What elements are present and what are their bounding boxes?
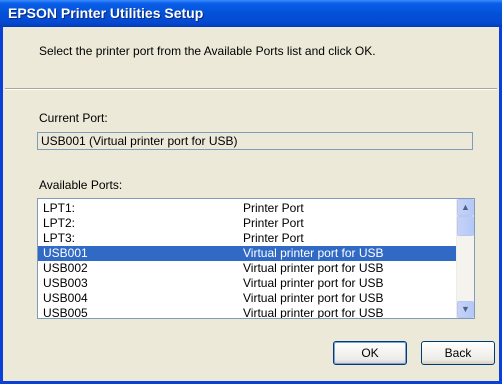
title-bar[interactable]: EPSON Printer Utilities Setup — [0, 0, 502, 27]
current-port-field: USB001 (Virtual printer port for USB) — [37, 132, 473, 150]
port-description: Printer Port — [243, 231, 304, 245]
port-name: LPT1: — [43, 201, 76, 215]
port-list-item[interactable]: LPT3: Printer Port — [38, 231, 458, 246]
port-list-item[interactable]: USB002 Virtual printer port for USB — [38, 261, 458, 276]
available-ports-list[interactable]: LPT1: Printer Port LPT2: Printer Port LPT3: P… — [37, 198, 475, 319]
port-description: Virtual printer port for USB — [243, 291, 384, 305]
port-name: USB001 — [43, 246, 88, 260]
current-port-label: Current Port: — [39, 111, 108, 125]
port-description: Virtual printer port for USB — [243, 261, 384, 275]
scroll-down-arrow-icon[interactable]: ▼ — [457, 301, 474, 318]
port-name: USB005 — [43, 306, 88, 319]
port-list-item[interactable]: USB003 Virtual printer port for USB — [38, 276, 458, 291]
port-list-item[interactable]: LPT1: Printer Port — [38, 201, 458, 216]
scroll-thumb[interactable] — [457, 216, 474, 236]
ok-button[interactable]: OK — [333, 341, 407, 365]
scroll-up-arrow-icon[interactable]: ▲ — [457, 199, 474, 216]
port-name: LPT2: — [43, 216, 76, 230]
instruction-text: Select the printer port from the Availab… — [39, 44, 376, 58]
back-button[interactable]: Back — [421, 341, 495, 365]
port-description: Virtual printer port for USB — [243, 306, 384, 319]
port-description: Printer Port — [243, 216, 304, 230]
port-list-item[interactable]: LPT2: Printer Port — [38, 216, 458, 231]
port-description: Virtual printer port for USB — [243, 276, 384, 290]
port-description: Virtual printer port for USB — [243, 246, 384, 260]
port-name: USB002 — [43, 261, 88, 275]
available-ports-label: Available Ports: — [39, 178, 123, 192]
port-list-item[interactable]: USB004 Virtual printer port for USB — [38, 291, 458, 306]
list-scrollbar[interactable]: ▲ ▼ — [456, 199, 474, 318]
port-name: USB003 — [43, 276, 88, 290]
current-port-value: USB001 (Virtual printer port for USB) — [41, 134, 238, 148]
port-list-item[interactable]: USB005 Virtual printer port for USB — [38, 306, 458, 319]
window-title: EPSON Printer Utilities Setup — [8, 5, 204, 21]
port-list-item[interactable]: USB001 Virtual printer port for USB — [38, 246, 458, 261]
separator — [5, 88, 497, 90]
setup-dialog: EPSON Printer Utilities Setup Select the… — [0, 0, 502, 384]
port-name: LPT3: — [43, 231, 76, 245]
port-description: Printer Port — [243, 201, 304, 215]
port-name: USB004 — [43, 291, 88, 305]
